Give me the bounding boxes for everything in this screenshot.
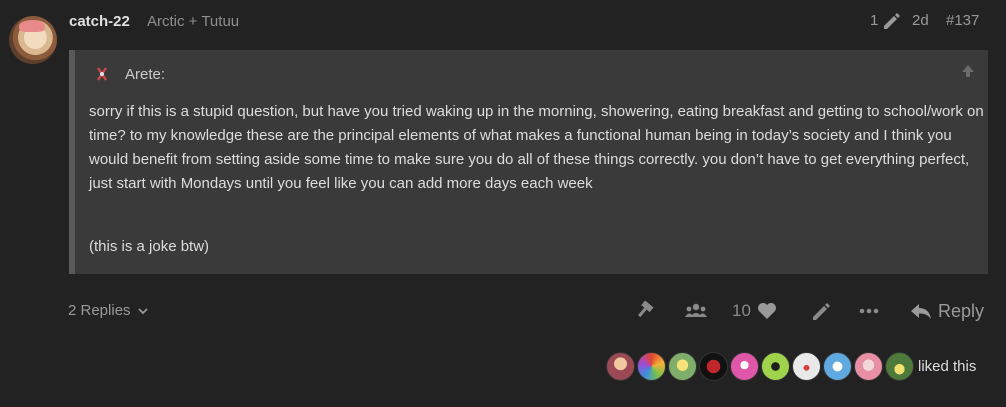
who-liked-button[interactable] — [684, 298, 708, 324]
likers-list: liked this — [606, 352, 976, 381]
liker-avatar[interactable] — [668, 352, 697, 381]
edit-count[interactable]: 1 — [870, 12, 878, 29]
liker-avatar[interactable] — [823, 352, 852, 381]
flag-button[interactable] — [634, 298, 656, 324]
replies-label: 2 Replies — [68, 302, 131, 319]
pencil-icon — [813, 303, 830, 320]
like-count: 10 — [732, 301, 751, 320]
user-title: Arctic + Tutuu — [147, 13, 240, 30]
pencil-icon[interactable] — [881, 11, 901, 31]
liked-this-label: liked this — [918, 358, 977, 375]
reply-icon — [911, 304, 931, 319]
liker-avatar[interactable] — [761, 352, 790, 381]
quote-author[interactable]: Arete: — [125, 66, 165, 83]
quote-paragraph: sorry if this is a stupid question, but … — [89, 103, 984, 192]
replies-toggle[interactable]: 2 Replies — [68, 302, 149, 319]
liker-avatar[interactable] — [637, 352, 666, 381]
user-avatar[interactable] — [9, 16, 57, 64]
quote-block: Arete: sorry if this is a stupid questio… — [69, 50, 988, 274]
like-button[interactable]: 10 — [732, 298, 777, 324]
more-button[interactable] — [858, 298, 880, 324]
liker-avatar[interactable] — [854, 352, 883, 381]
heart-icon — [757, 303, 776, 319]
post-date[interactable]: 2d — [912, 12, 929, 29]
hammer-icon — [638, 300, 654, 318]
users-icon — [685, 303, 707, 317]
username[interactable]: catch-22 — [69, 13, 130, 30]
reply-label: Reply — [938, 300, 985, 321]
post-number[interactable]: #137 — [946, 12, 979, 29]
ellipsis-icon — [859, 308, 879, 314]
quote-author-avatar-icon — [97, 67, 107, 81]
edit-button[interactable] — [810, 298, 832, 324]
arrow-up-icon[interactable] — [959, 62, 977, 80]
liker-avatar[interactable] — [885, 352, 914, 381]
reply-button[interactable]: Reply — [910, 298, 984, 324]
liker-avatar[interactable] — [730, 352, 759, 381]
liker-avatar[interactable] — [699, 352, 728, 381]
chevron-down-icon — [137, 307, 148, 314]
quote-paragraph: (this is a joke btw) — [89, 238, 210, 255]
liker-avatar[interactable] — [792, 352, 821, 381]
liker-avatar[interactable] — [606, 352, 635, 381]
